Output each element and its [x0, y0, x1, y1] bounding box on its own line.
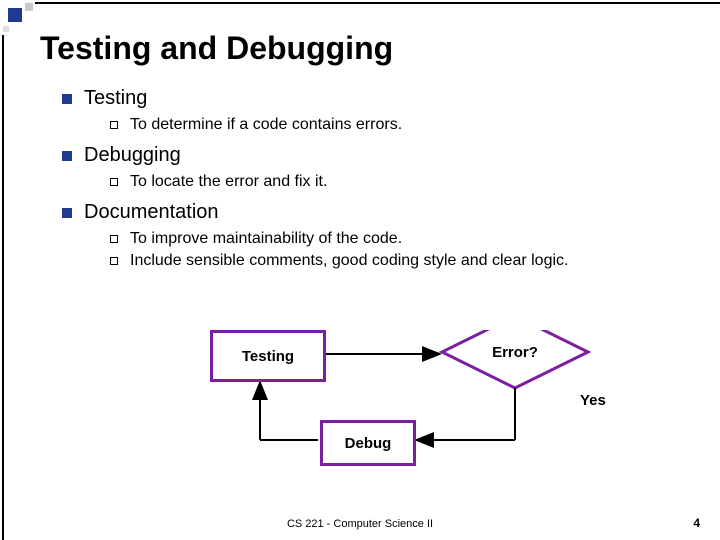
flow-diagram: Testing Error? Yes Debug	[40, 330, 680, 490]
bullet-documentation: Documentation To improve maintainability…	[62, 201, 700, 270]
page-number: 4	[693, 516, 700, 530]
sub-bullet: To locate the error and fix it.	[110, 173, 700, 191]
sub-list: To determine if a code contains errors.	[84, 116, 700, 134]
bullet-label: Testing	[84, 87, 147, 109]
bullet-label: Documentation	[84, 201, 219, 223]
flow-box-label: Testing	[242, 348, 294, 365]
bullet-debugging: Debugging To locate the error and fix it…	[62, 144, 700, 191]
sub-bullet: To improve maintainability of the code.	[110, 230, 700, 248]
sub-bullet: To determine if a code contains errors.	[110, 116, 700, 134]
slide-title: Testing and Debugging	[40, 30, 700, 67]
sub-list: To locate the error and fix it.	[84, 173, 700, 191]
slide-body: Testing and Debugging Testing To determi…	[40, 30, 700, 280]
flow-yes-label: Yes	[580, 392, 606, 409]
sub-list: To improve maintainability of the code. …	[84, 230, 700, 270]
footer-text: CS 221 - Computer Science II	[0, 518, 720, 530]
flow-box-testing: Testing	[210, 330, 326, 382]
flow-box-debug: Debug	[320, 420, 416, 466]
bullet-list: Testing To determine if a code contains …	[40, 87, 700, 270]
bullet-label: Debugging	[84, 144, 181, 166]
flow-diamond-error: Error?	[440, 312, 590, 392]
sub-bullet: Include sensible comments, good coding s…	[110, 252, 700, 270]
rule-top	[35, 2, 720, 4]
corner-square-tiny	[3, 26, 9, 32]
flow-diamond-label: Error?	[440, 312, 590, 392]
flow-box-label: Debug	[345, 435, 392, 452]
corner-square-small	[25, 3, 33, 11]
corner-square-big	[8, 8, 22, 22]
bullet-testing: Testing To determine if a code contains …	[62, 87, 700, 134]
rule-left	[2, 35, 4, 540]
